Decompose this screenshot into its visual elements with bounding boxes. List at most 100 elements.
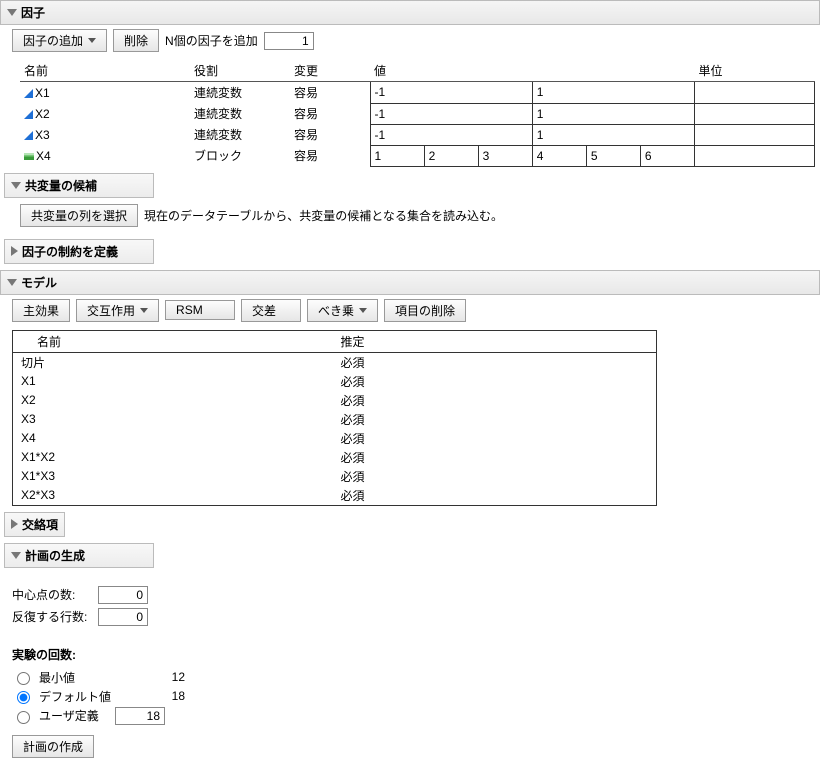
low-value[interactable]: -1 (370, 103, 532, 124)
min-val: 12 (145, 670, 185, 684)
table-row[interactable]: X4必須 (13, 429, 657, 448)
rep-input[interactable] (98, 608, 148, 626)
low-value[interactable]: -1 (370, 82, 532, 104)
add-factor-button[interactable]: 因子の追加 (12, 29, 107, 52)
table-row[interactable]: X2連続変数容易-11 (20, 103, 815, 124)
center-points-row: 中心点の数: (12, 586, 808, 604)
disclosure-icon[interactable] (7, 279, 17, 286)
col-change: 変更 (290, 60, 370, 82)
rsm-button[interactable]: RSM (165, 300, 235, 320)
factor-unit[interactable] (695, 145, 815, 166)
constraints-section-header[interactable]: 因子の制約を定義 (4, 239, 154, 264)
level-value[interactable]: 6 (640, 145, 694, 166)
table-row[interactable]: X2*X3必須 (13, 486, 657, 506)
table-row[interactable]: X2必須 (13, 391, 657, 410)
table-row[interactable]: X3必須 (13, 410, 657, 429)
continuous-icon (24, 131, 33, 140)
factors-section-header[interactable]: 因子 (0, 0, 820, 25)
factor-change[interactable]: 容易 (290, 103, 370, 124)
table-row[interactable]: 切片必須 (13, 352, 657, 372)
disclosure-icon[interactable] (11, 552, 21, 559)
term-est[interactable]: 必須 (333, 372, 657, 391)
power-button[interactable]: べき乗 (307, 299, 378, 322)
factor-role[interactable]: 連続変数 (190, 82, 290, 104)
factor-change[interactable]: 容易 (290, 124, 370, 145)
center-input[interactable] (98, 586, 148, 604)
high-value[interactable]: 1 (532, 124, 694, 145)
factor-role[interactable]: 連続変数 (190, 103, 290, 124)
factors-toolbar: 因子の追加 削除 N個の因子を追加 (0, 25, 820, 56)
def-label: デフォルト値 (39, 688, 139, 705)
remove-factor-button[interactable]: 削除 (113, 29, 159, 52)
table-row[interactable]: X1*X3必須 (13, 467, 657, 486)
factor-role[interactable]: ブロック (190, 145, 290, 166)
factor-change[interactable]: 容易 (290, 145, 370, 166)
low-value[interactable]: -1 (370, 124, 532, 145)
factor-unit[interactable] (695, 124, 815, 145)
term-est[interactable]: 必須 (333, 486, 657, 506)
table-row[interactable]: X4ブロック容易123456 (20, 145, 815, 166)
term-name: 切片 (13, 352, 333, 372)
table-row[interactable]: X1*X2必須 (13, 448, 657, 467)
interaction-button[interactable]: 交互作用 (76, 299, 159, 322)
factor-name[interactable]: X1 (20, 82, 190, 104)
disclosure-icon[interactable] (11, 519, 18, 529)
disclosure-icon[interactable] (7, 9, 17, 16)
term-name: X1 (13, 372, 333, 391)
factor-name[interactable]: X3 (20, 124, 190, 145)
term-est[interactable]: 必須 (333, 410, 657, 429)
term-est[interactable]: 必須 (333, 448, 657, 467)
main-effects-button[interactable]: 主効果 (12, 299, 70, 322)
default-runs-row: デフォルト値 18 (12, 688, 808, 705)
covariate-section-header[interactable]: 共変量の候補 (4, 173, 154, 198)
high-value[interactable]: 1 (532, 103, 694, 124)
factor-unit[interactable] (695, 103, 815, 124)
confound-section-header[interactable]: 交絡項 (4, 512, 65, 537)
continuous-icon (24, 110, 33, 119)
term-name: X1*X3 (13, 467, 333, 486)
term-est[interactable]: 必須 (333, 467, 657, 486)
table-row[interactable]: X3連続変数容易-11 (20, 124, 815, 145)
level-value[interactable]: 1 (370, 145, 424, 166)
term-est[interactable]: 必須 (333, 352, 657, 372)
disclosure-icon[interactable] (11, 182, 21, 189)
factor-unit[interactable] (695, 82, 815, 104)
remove-term-button[interactable]: 項目の削除 (384, 299, 466, 322)
model-section-header[interactable]: モデル (0, 270, 820, 295)
replicate-row: 反復する行数: (12, 608, 808, 626)
cross-button[interactable]: 交差 (241, 299, 301, 322)
factor-name[interactable]: X2 (20, 103, 190, 124)
term-name: X2*X3 (13, 486, 333, 506)
user-input[interactable] (115, 707, 165, 725)
factor-change[interactable]: 容易 (290, 82, 370, 104)
design-section-header[interactable]: 計画の生成 (4, 543, 154, 568)
table-row[interactable]: X1連続変数容易-11 (20, 82, 815, 104)
min-radio[interactable] (17, 672, 30, 685)
block-icon (24, 153, 34, 160)
table-row[interactable]: X1必須 (13, 372, 657, 391)
high-value[interactable]: 1 (532, 82, 694, 104)
level-value[interactable]: 2 (424, 145, 478, 166)
col-role: 役割 (190, 60, 290, 82)
user-runs-row: ユーザ定義 (12, 707, 808, 725)
user-radio[interactable] (17, 711, 30, 724)
factors-table: 名前 役割 変更 値 単位 X1連続変数容易-11X2連続変数容易-11X3連続… (20, 60, 815, 167)
term-est[interactable]: 必須 (333, 429, 657, 448)
default-radio[interactable] (17, 691, 30, 704)
dropdown-icon (140, 308, 148, 313)
covariate-row: 共変量の列を選択 現在のデータテーブルから、共変量の候補となる集合を読み込む。 (0, 198, 820, 233)
factor-name[interactable]: X4 (20, 145, 190, 166)
level-value[interactable]: 4 (532, 145, 586, 166)
term-est[interactable]: 必須 (333, 391, 657, 410)
min-label: 最小値 (39, 669, 139, 686)
model-title: モデル (21, 274, 57, 291)
disclosure-icon[interactable] (11, 246, 18, 256)
factor-role[interactable]: 連続変数 (190, 124, 290, 145)
select-covariate-button[interactable]: 共変量の列を選択 (20, 204, 138, 227)
make-design-button[interactable]: 計画の作成 (12, 735, 94, 758)
col-name: 名前 (13, 330, 333, 352)
level-value[interactable]: 3 (478, 145, 532, 166)
n-factors-input[interactable] (264, 32, 314, 50)
level-value[interactable]: 5 (586, 145, 640, 166)
col-values: 値 (370, 60, 695, 82)
